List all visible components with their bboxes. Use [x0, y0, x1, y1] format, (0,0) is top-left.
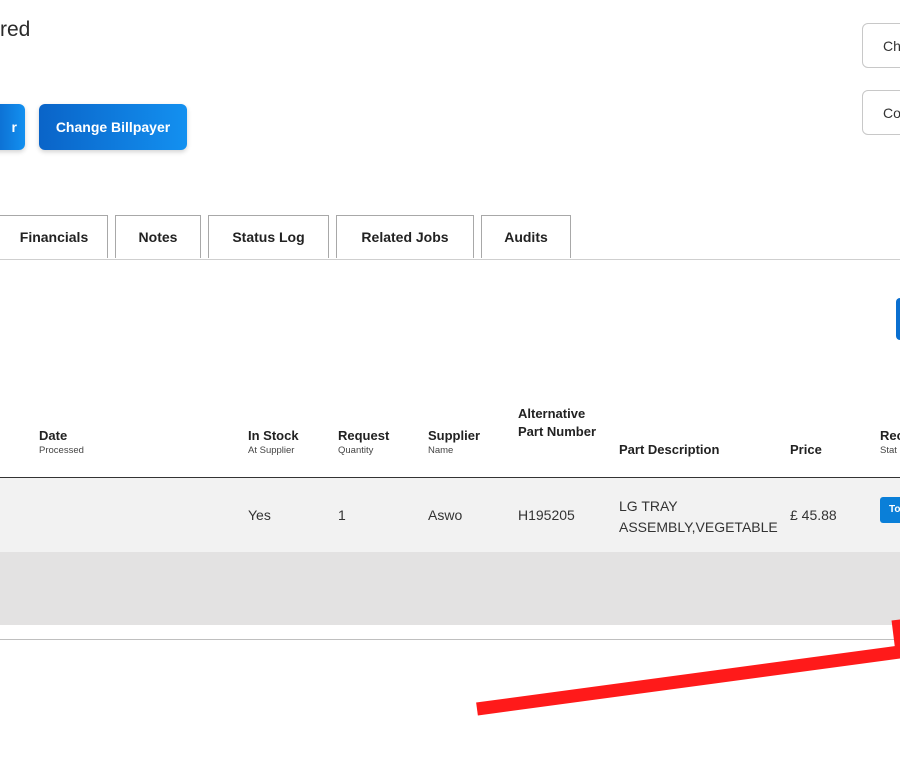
red-arrow-annotation-icon [476, 619, 900, 716]
